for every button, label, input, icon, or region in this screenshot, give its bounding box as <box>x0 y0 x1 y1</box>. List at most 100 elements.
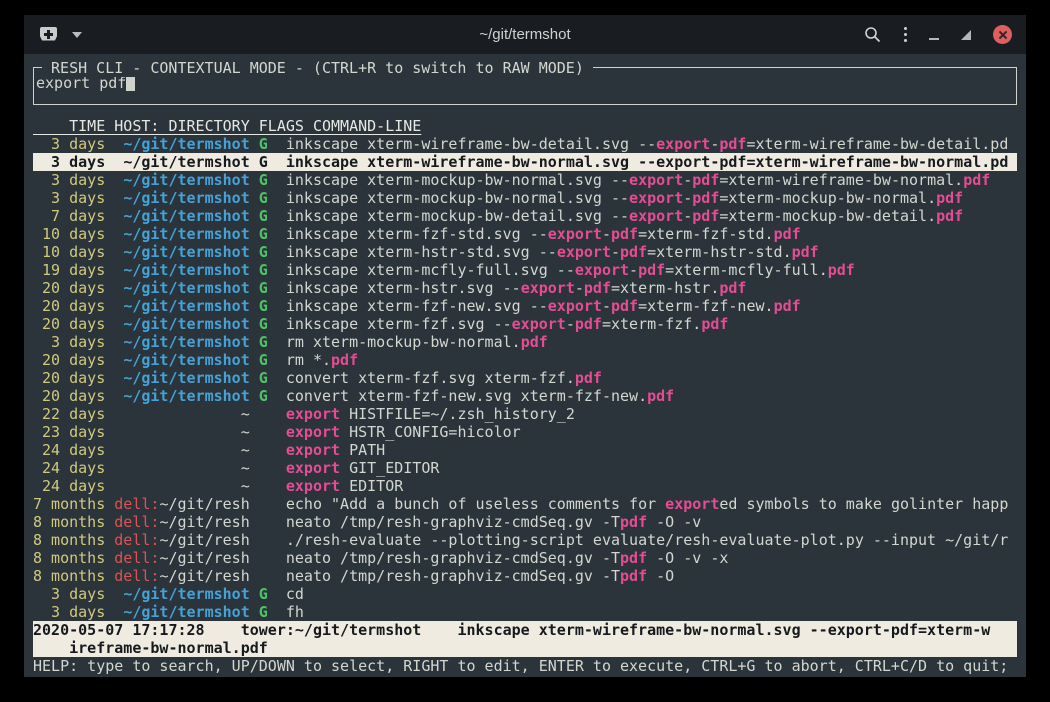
row-command: inkscape xterm-mockup-bw-normal.svg --ex… <box>286 171 990 189</box>
row-directory: dell:~/git/resh <box>114 549 249 567</box>
history-row[interactable]: 7 months dell:~/git/resh echo "Add a bun… <box>33 495 1017 513</box>
row-directory: ~/git/termshot <box>114 243 249 261</box>
row-time: 23 days <box>33 423 105 441</box>
history-row[interactable]: 3 days ~/git/termshot G inkscape xterm-w… <box>33 135 1017 153</box>
row-directory: ~ <box>114 477 249 495</box>
row-directory: ~/git/termshot <box>114 153 249 171</box>
history-row[interactable]: 24 days ~ export PATH <box>33 441 1017 459</box>
row-directory: dell:~/git/resh <box>114 567 249 585</box>
minimize-button[interactable] <box>929 30 939 40</box>
search-panel: RESH CLI - CONTEXTUAL MODE - (CTRL+R to … <box>33 67 1017 105</box>
history-row[interactable]: 7 days ~/git/termshot G inkscape xterm-m… <box>33 207 1017 225</box>
history-row[interactable]: 20 days ~/git/termshot G inkscape xterm-… <box>33 279 1017 297</box>
terminal-content: RESH CLI - CONTEXTUAL MODE - (CTRL+R to … <box>24 54 1026 677</box>
row-directory: dell:~/git/resh <box>114 495 249 513</box>
row-flags <box>259 423 268 441</box>
history-row[interactable]: 20 days ~/git/termshot G convert xterm-f… <box>33 387 1017 405</box>
row-command: inkscape xterm-wireframe-bw-normal.svg -… <box>286 153 1008 171</box>
history-row[interactable]: 3 days ~/git/termshot G inkscape xterm-m… <box>33 189 1017 207</box>
history-row[interactable]: 20 days ~/git/termshot G convert xterm-f… <box>33 369 1017 387</box>
help-bar: HELP: type to search, UP/DOWN to select,… <box>33 657 1017 675</box>
history-row[interactable]: 3 days ~/git/termshot G fh <box>33 603 1017 621</box>
row-time: 3 days <box>33 135 105 153</box>
row-time: 3 days <box>33 189 105 207</box>
row-flags: G <box>259 261 268 279</box>
restore-icon <box>961 30 971 40</box>
row-command: inkscape xterm-hstr-std.svg --export-pdf… <box>286 243 819 261</box>
kebab-menu-icon <box>904 27 908 43</box>
restore-button[interactable] <box>961 30 971 40</box>
text-cursor <box>126 75 135 91</box>
row-time: 8 months <box>33 567 105 585</box>
row-directory: ~/git/termshot <box>114 135 249 153</box>
row-flags: G <box>259 207 268 225</box>
history-row[interactable]: 24 days ~ export EDITOR <box>33 477 1017 495</box>
row-command: export GIT_EDITOR <box>286 459 440 477</box>
row-flags: G <box>259 153 268 171</box>
history-row[interactable]: 3 days ~/git/termshot G rm xterm-mockup-… <box>33 333 1017 351</box>
history-row-selected[interactable]: 3 days ~/git/termshot G inkscape xterm-w… <box>33 153 1017 171</box>
row-directory: ~/git/termshot <box>114 369 249 387</box>
close-button[interactable] <box>993 25 1012 44</box>
history-row[interactable]: 20 days ~/git/termshot G rm *.pdf <box>33 351 1017 369</box>
history-row[interactable]: 8 months dell:~/git/resh neato /tmp/resh… <box>33 567 1017 585</box>
row-directory: ~/git/termshot <box>114 387 249 405</box>
row-time: 20 days <box>33 351 105 369</box>
row-command: inkscape xterm-fzf.svg --export-pdf=xter… <box>286 315 729 333</box>
history-row[interactable]: 8 months dell:~/git/resh neato /tmp/resh… <box>33 513 1017 531</box>
row-flags: G <box>259 369 268 387</box>
history-row[interactable]: 24 days ~ export GIT_EDITOR <box>33 459 1017 477</box>
history-row[interactable]: 20 days ~/git/termshot G inkscape xterm-… <box>33 315 1017 333</box>
search-icon <box>864 26 882 44</box>
history-row[interactable]: 23 days ~ export HSTR_CONFIG=hicolor <box>33 423 1017 441</box>
menu-button[interactable] <box>904 27 908 43</box>
row-command: export HSTR_CONFIG=hicolor <box>286 423 521 441</box>
row-time: 10 days <box>33 225 105 243</box>
history-row[interactable]: 20 days ~/git/termshot G inkscape xterm-… <box>33 297 1017 315</box>
row-directory: ~/git/termshot <box>114 603 249 621</box>
row-directory: ~/git/termshot <box>114 171 249 189</box>
row-directory: ~ <box>114 459 249 477</box>
row-directory: dell:~/git/resh <box>114 513 249 531</box>
row-command: inkscape xterm-mockup-bw-normal.svg --ex… <box>286 189 963 207</box>
history-row[interactable]: 10 days ~/git/termshot G inkscape xterm-… <box>33 243 1017 261</box>
row-directory: ~/git/termshot <box>114 297 249 315</box>
row-flags <box>259 441 268 459</box>
row-flags: G <box>259 189 268 207</box>
row-directory: ~/git/termshot <box>114 189 249 207</box>
row-command: neato /tmp/resh-graphviz-cmdSeq.gv -Tpdf… <box>286 513 701 531</box>
row-time: 20 days <box>33 315 105 333</box>
row-command: neato /tmp/resh-graphviz-cmdSeq.gv -Tpdf… <box>286 549 729 567</box>
search-button[interactable] <box>864 26 882 44</box>
history-row[interactable]: 3 days ~/git/termshot G inkscape xterm-m… <box>33 171 1017 189</box>
row-command: export PATH <box>286 441 385 459</box>
row-flags: G <box>259 333 268 351</box>
history-row[interactable]: 8 months dell:~/git/resh neato /tmp/resh… <box>33 549 1017 567</box>
row-flags <box>259 513 268 531</box>
row-flags: G <box>259 351 268 369</box>
row-command: inkscape xterm-mockup-bw-detail.svg --ex… <box>286 207 963 225</box>
row-command: inkscape xterm-hstr.svg --export-pdf=xte… <box>286 279 747 297</box>
status-bar: 2020-05-07 17:17:28 tower:~/git/termshot… <box>33 621 1017 657</box>
history-row[interactable]: 10 days ~/git/termshot G inkscape xterm-… <box>33 225 1017 243</box>
row-time: 24 days <box>33 459 105 477</box>
row-command: inkscape xterm-mcfly-full.svg --export-p… <box>286 261 855 279</box>
row-directory: ~ <box>114 405 249 423</box>
history-row[interactable]: 3 days ~/git/termshot G cd <box>33 585 1017 603</box>
row-time: 20 days <box>33 297 105 315</box>
history-row[interactable]: 19 days ~/git/termshot G inkscape xterm-… <box>33 261 1017 279</box>
row-command: fh <box>286 603 304 621</box>
minimize-icon <box>929 38 939 40</box>
row-command: ./resh-evaluate --plotting-script evalua… <box>286 531 1008 549</box>
history-row[interactable]: 22 days ~ export HISTFILE=~/.zsh_history… <box>33 405 1017 423</box>
row-directory: ~/git/termshot <box>114 585 249 603</box>
row-command: export HISTFILE=~/.zsh_history_2 <box>286 405 575 423</box>
row-command: inkscape xterm-fzf-new.svg --export-pdf=… <box>286 297 801 315</box>
row-directory: ~/git/termshot <box>114 225 249 243</box>
row-flags <box>259 477 268 495</box>
history-row[interactable]: 8 months dell:~/git/resh ./resh-evaluate… <box>33 531 1017 549</box>
row-flags: G <box>259 279 268 297</box>
row-time: 7 months <box>33 495 105 513</box>
row-flags: G <box>259 171 268 189</box>
row-directory: dell:~/git/resh <box>114 531 249 549</box>
